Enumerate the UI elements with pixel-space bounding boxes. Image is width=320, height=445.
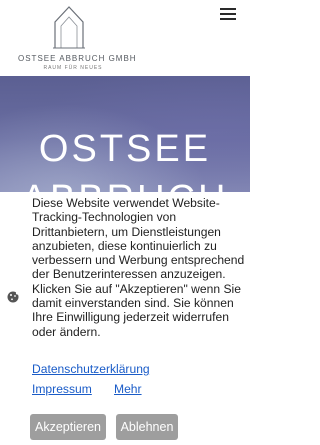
imprint-link[interactable]: Impressum (32, 382, 92, 396)
accept-button[interactable]: Akzeptieren (30, 414, 106, 440)
cookie-consent-text: Diese Website verwendet Website-Tracking… (32, 196, 245, 339)
house-logo-icon (53, 6, 85, 49)
logo-company-name: OSTSEE ABBRUCH GMBH (18, 54, 137, 63)
site-logo[interactable]: OSTSEE ABBRUCH GMBH RAUM FÜR NEUES (0, 4, 160, 74)
hamburger-menu-icon[interactable] (217, 5, 239, 23)
cookie-consent-banner: Diese Website verwendet Website-Tracking… (0, 192, 250, 445)
logo-tagline: RAUM FÜR NEUES (43, 65, 103, 71)
site-header: OSTSEE ABBRUCH GMBH RAUM FÜR NEUES (0, 0, 250, 76)
more-link[interactable]: Mehr (114, 382, 142, 396)
decline-button[interactable]: Ablehnen (116, 414, 178, 440)
privacy-policy-link[interactable]: Datenschutzerklärung (32, 362, 150, 376)
cookie-icon (7, 291, 20, 303)
